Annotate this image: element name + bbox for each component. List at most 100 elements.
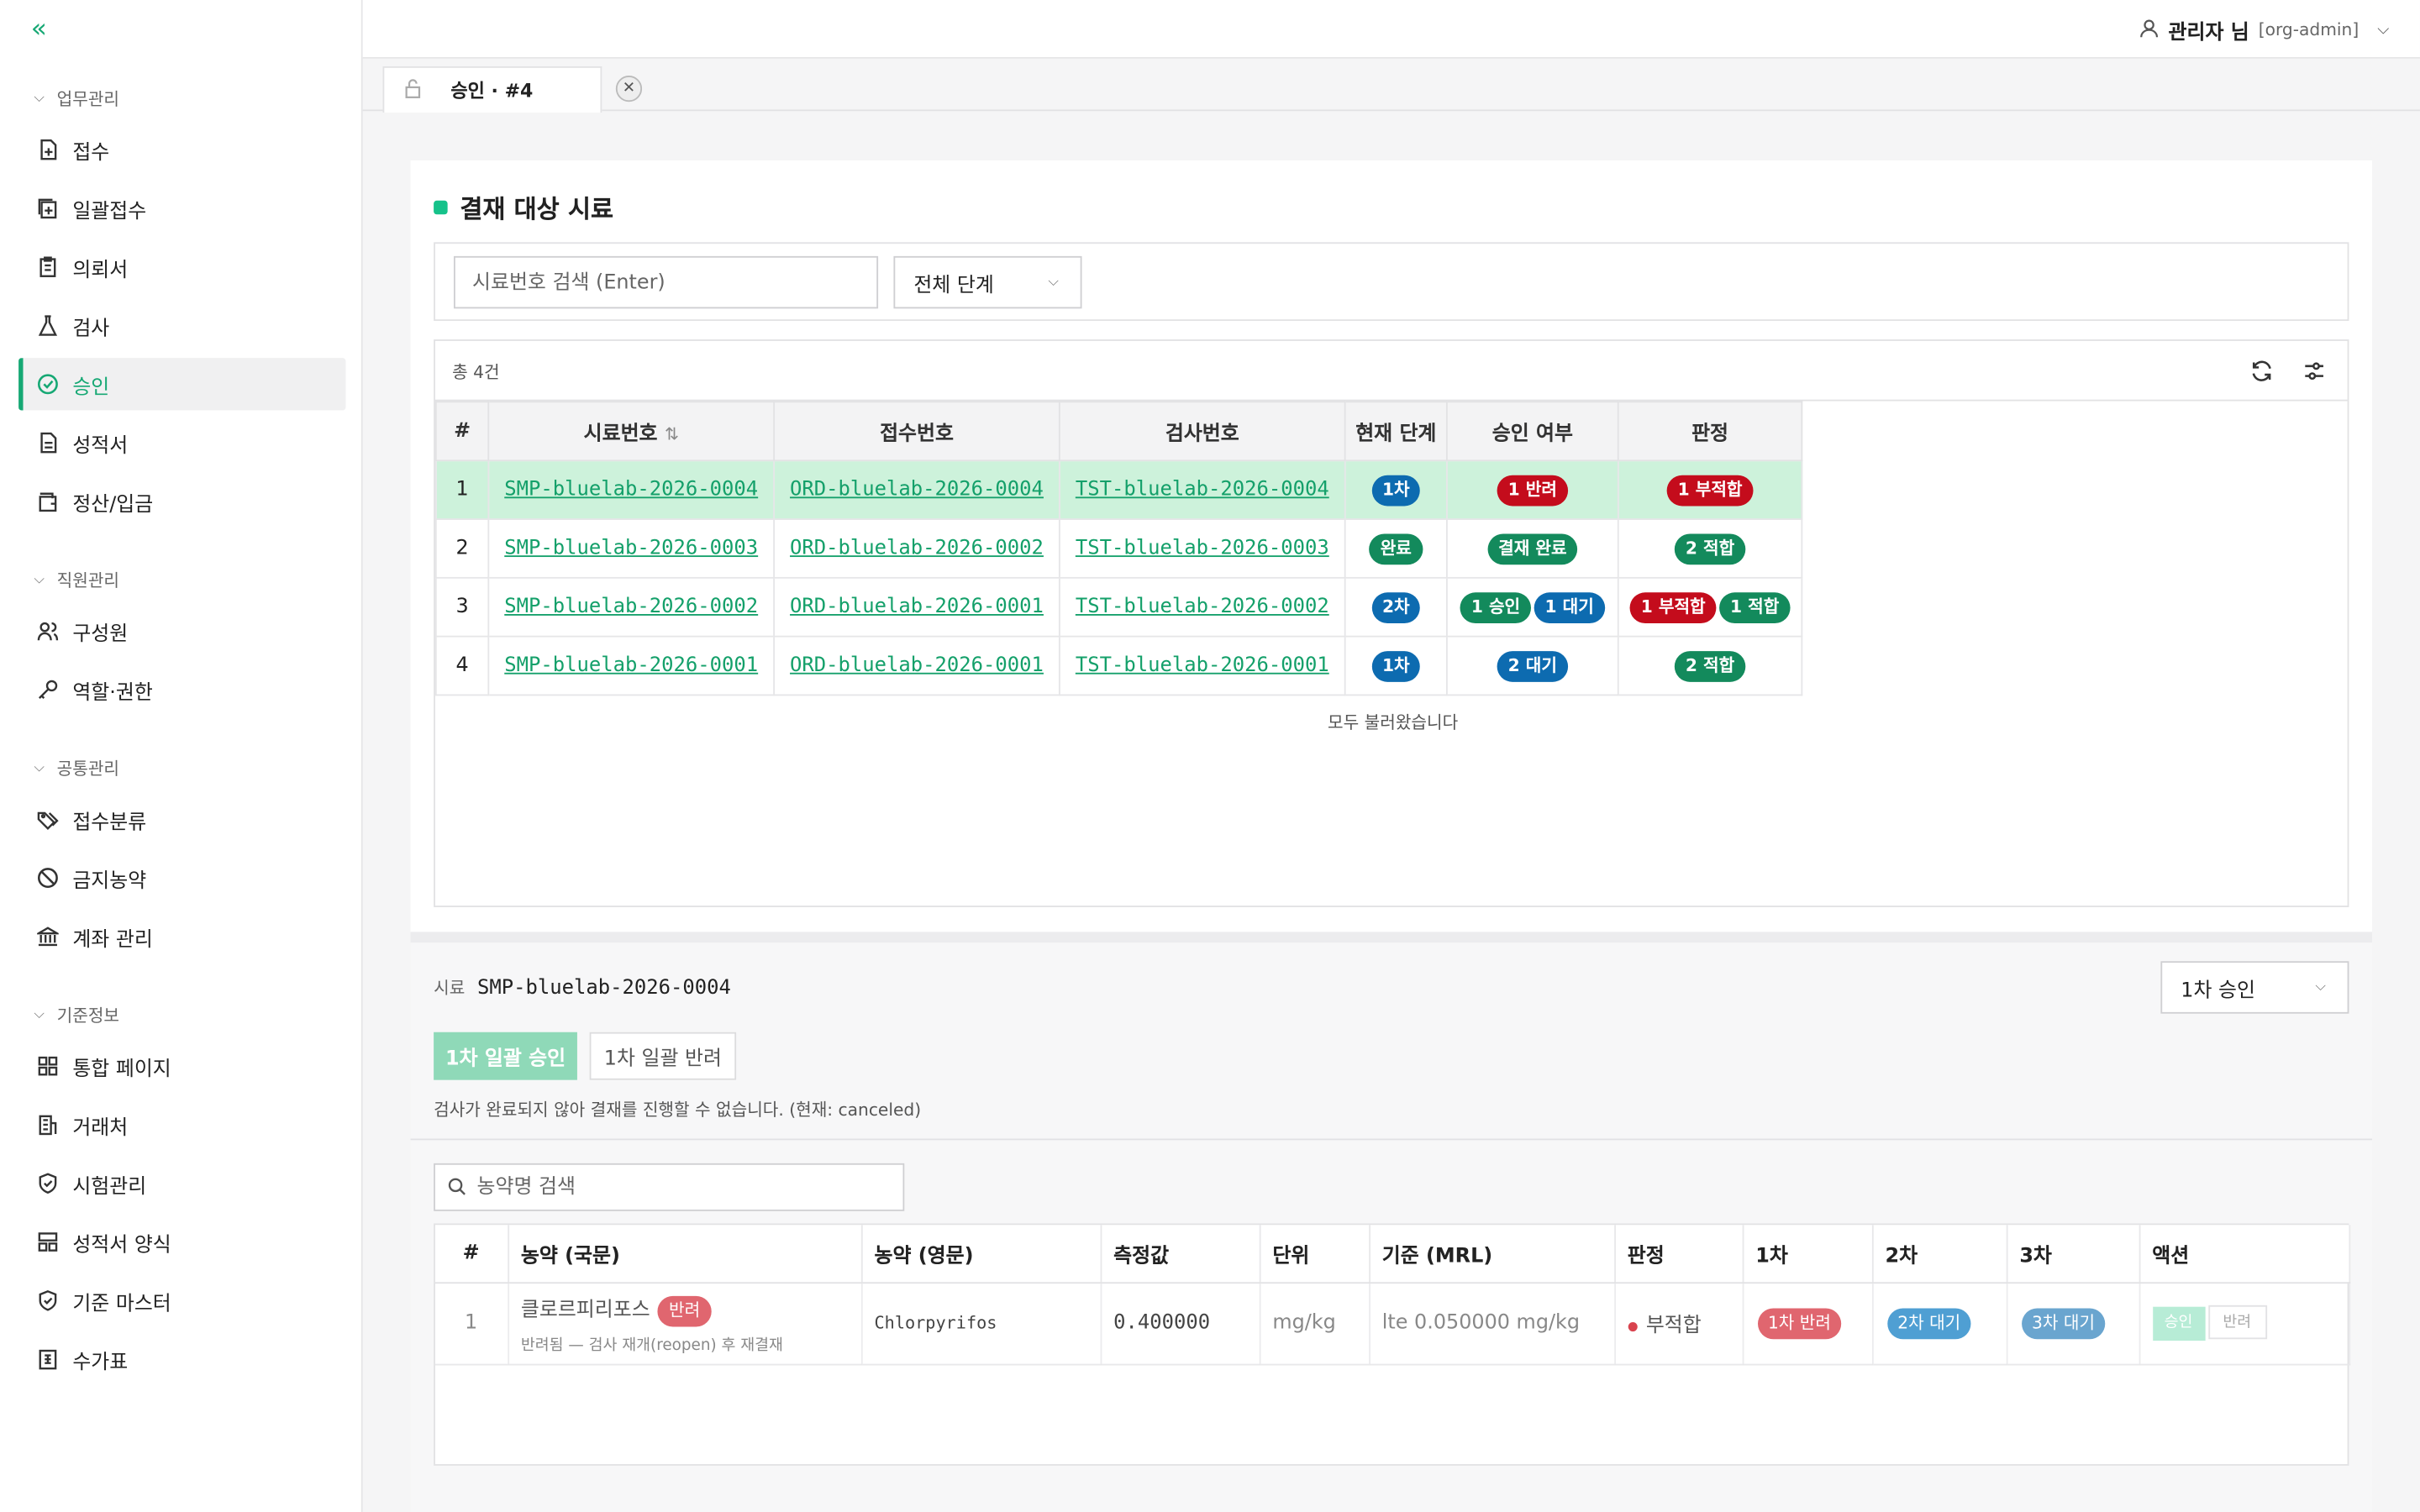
measured-value: 0.400000 (1100, 1282, 1260, 1365)
rejected-note: 반려됨 — 검사 재개(reopen) 후 재결재 (520, 1336, 783, 1354)
sample-link[interactable]: SMP-bluelab-2026-0004 (504, 478, 758, 501)
section-title: 결재 대상 시료 (434, 188, 613, 225)
stage3-badge: 3차 대기 (2021, 1307, 2106, 1339)
table-row[interactable]: 4 SMP-bluelab-2026-0001 ORD-bluelab-2026… (434, 635, 1803, 696)
sidebar-item-members[interactable]: 구성원 (18, 605, 345, 657)
grid-icon (37, 1055, 59, 1077)
col-sample[interactable]: 시료번호 ⇅ (487, 401, 776, 462)
divider (410, 1138, 2373, 1141)
sample-link[interactable]: SMP-bluelab-2026-0003 (504, 537, 758, 560)
chevron-down-icon: ⌵ (1048, 274, 1059, 291)
row-reject-button[interactable]: 반려 (2207, 1305, 2267, 1340)
sample-detail-panel: 시료 SMP-bluelab-2026-0004 1차 승인 ⌵ 1차 일괄 승… (410, 942, 2373, 1512)
test-link[interactable]: TST-bluelab-2026-0002 (1076, 596, 1329, 619)
stage-badge: 2차 (1371, 591, 1421, 623)
sidebar-item-integrated[interactable]: 통합 페이지 (18, 1040, 345, 1092)
shield-check-icon (37, 1173, 59, 1194)
order-link[interactable]: ORD-bluelab-2026-0002 (790, 537, 1044, 560)
unit: mg/kg (1259, 1282, 1370, 1365)
receipt-icon (37, 1348, 59, 1370)
table-row[interactable]: 3 SMP-bluelab-2026-0002 ORD-bluelab-2026… (434, 576, 1803, 638)
test-link[interactable]: TST-bluelab-2026-0001 (1076, 654, 1329, 678)
group-work[interactable]: ⌵ 업무관리 (34, 87, 119, 111)
tab-approval[interactable]: 승인 · #4 (382, 66, 602, 113)
table-row[interactable]: 2 SMP-bluelab-2026-0003 ORD-bluelab-2026… (434, 518, 1803, 579)
col-action: 액션 (2139, 1225, 2351, 1284)
col-no: # (434, 1225, 509, 1284)
user-menu[interactable]: 관리자 님 [org-admin] ⌵ (2139, 15, 2390, 45)
col-name-en: 농약 (영문) (860, 1225, 1102, 1284)
sidebar-item-approval[interactable]: 승인 (18, 358, 346, 411)
col-value: 측정값 (1100, 1225, 1260, 1284)
sidebar-item-reception[interactable]: 접수 (18, 123, 345, 176)
shield-check-icon (37, 1289, 59, 1311)
stage1-badge: 1차 반려 (1757, 1307, 1842, 1339)
chevron-down-icon: ⌵ (2315, 979, 2326, 995)
test-link[interactable]: TST-bluelab-2026-0003 (1076, 537, 1329, 560)
stage-filter-select[interactable]: 전체 단계 ⌵ (893, 255, 1082, 309)
sidebar-item-test[interactable]: 검사 (18, 299, 345, 351)
order-link[interactable]: ORD-bluelab-2026-0001 (790, 654, 1044, 678)
chevron-down-icon: ⌵ (2377, 21, 2390, 39)
stage-badge: 완료 (1369, 533, 1423, 564)
sidebar-item-request[interactable]: 의뢰서 (18, 241, 345, 293)
chevron-down-icon: ⌵ (34, 91, 45, 107)
sample-search-input[interactable] (453, 255, 879, 309)
settings-sliders-icon[interactable] (2300, 356, 2328, 384)
group-common[interactable]: ⌵ 공통관리 (34, 756, 119, 780)
sidebar-item-accounts[interactable]: 계좌 관리 (18, 911, 345, 963)
unlock-icon (402, 78, 423, 102)
sidebar-item-bulk-reception[interactable]: 일괄접수 (18, 182, 345, 234)
filter-bar: 전체 단계 ⌵ (434, 242, 2349, 322)
verdict-badge: 1 부적합 (1629, 591, 1717, 623)
test-link[interactable]: TST-bluelab-2026-0004 (1076, 478, 1329, 501)
copy-plus-icon (37, 197, 59, 219)
collapse-sidebar-icon[interactable]: « (31, 15, 59, 43)
bank-icon (37, 926, 59, 948)
sample-link[interactable]: SMP-bluelab-2026-0002 (504, 596, 758, 619)
pesticide-search[interactable] (434, 1163, 905, 1211)
flask-icon (37, 315, 59, 337)
ban-icon (37, 867, 59, 889)
tab-label: 승인 · #4 (450, 80, 534, 102)
refresh-icon[interactable] (2247, 356, 2275, 384)
mrl: lte 0.050000 mg/kg (1369, 1282, 1616, 1365)
pesticide-search-input[interactable] (476, 1175, 894, 1200)
sidebar-item-fee-table[interactable]: 수가표 (18, 1333, 345, 1385)
table-row[interactable]: 1 SMP-bluelab-2026-0004 ORD-bluelab-2026… (434, 459, 1803, 520)
order-link[interactable]: ORD-bluelab-2026-0001 (790, 596, 1044, 619)
sort-icon[interactable]: ⇅ (665, 424, 679, 444)
close-tab-icon[interactable]: ✕ (615, 75, 643, 102)
sidebar-item-settlement[interactable]: 정산/입금 (18, 475, 345, 528)
group-master[interactable]: ⌵ 기준정보 (34, 1003, 119, 1027)
approval-badge: 1 반려 (1497, 474, 1568, 506)
sidebar-item-report[interactable]: 성적서 (18, 417, 345, 469)
wallet-icon (37, 491, 59, 512)
resize-divider[interactable] (410, 932, 2373, 943)
bulk-reject-button[interactable]: 1차 일괄 반려 (589, 1032, 737, 1080)
approval-stage-select[interactable]: 1차 승인 ⌵ (2160, 961, 2349, 1014)
sidebar-item-banned-pesticides[interactable]: 금지농약 (18, 852, 345, 904)
sidebar-item-roles[interactable]: 역할·권한 (18, 664, 345, 716)
sidebar-item-report-template[interactable]: 성적서 양식 (18, 1215, 345, 1268)
group-staff[interactable]: ⌵ 직원관리 (34, 568, 119, 592)
verdict-badge: 1 부적합 (1666, 474, 1754, 506)
col-verdict: 판정 (1617, 401, 1803, 462)
col-mrl: 기준 (MRL) (1369, 1225, 1616, 1284)
sample-table: # 시료번호 ⇅ 접수번호 검사번호 현재 단계 승인 여부 판정 1 SMP-… (434, 401, 1803, 696)
approval-badge: 1 대기 (1534, 591, 1605, 623)
sidebar-item-test-mgmt[interactable]: 시험관리 (18, 1158, 345, 1210)
loaded-all-text: 모두 불러왔습니다 (1328, 712, 1459, 733)
bulk-approve-button[interactable]: 1차 일괄 승인 (434, 1032, 577, 1080)
rejected-badge: 반려 (658, 1294, 712, 1326)
user-role: [org-admin] (2258, 19, 2360, 40)
sidebar-item-clients[interactable]: 거래처 (18, 1099, 345, 1151)
verdict-badge: 2 적합 (1675, 650, 1746, 681)
order-link[interactable]: ORD-bluelab-2026-0004 (790, 478, 1044, 501)
sample-link[interactable]: SMP-bluelab-2026-0001 (504, 654, 758, 678)
sidebar-item-standard-master[interactable]: 기준 마스터 (18, 1274, 345, 1326)
sidebar-item-categories[interactable]: 접수분류 (18, 793, 345, 845)
stage-badge: 1차 (1371, 650, 1421, 681)
col-test: 검사번호 (1058, 401, 1346, 462)
row-approve-button[interactable]: 승인 (2152, 1306, 2205, 1341)
